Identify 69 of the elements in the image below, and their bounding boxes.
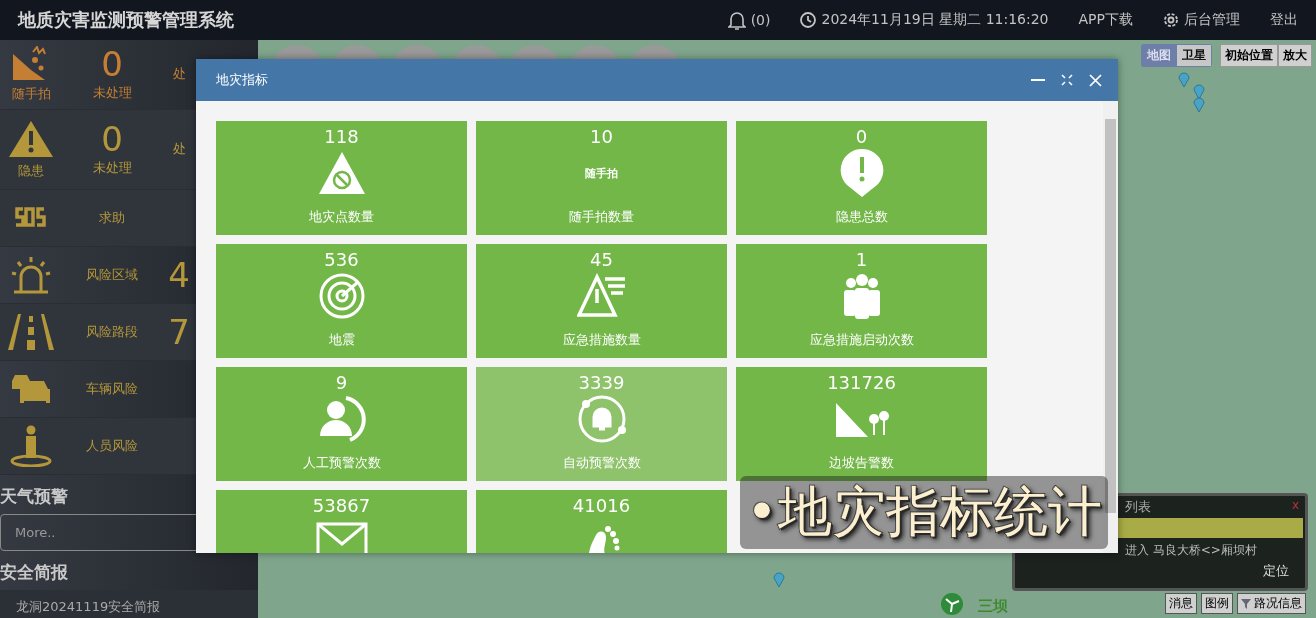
close-button[interactable]: x	[1291, 498, 1299, 512]
clock-icon	[800, 12, 817, 28]
stat-tile[interactable]: 9 人工预警次数	[216, 367, 467, 481]
stat-tile[interactable]: 10 随手拍 随手拍数量	[476, 121, 727, 235]
panel-title: 列表	[1125, 498, 1151, 516]
map-button[interactable]: 路况信息	[1237, 593, 1306, 614]
stat-tile[interactable]: 45 应急措施数量	[476, 244, 727, 358]
exclamation-pin-icon	[838, 147, 885, 199]
app-download-link[interactable]: APP下载	[1078, 11, 1133, 29]
stat-tile[interactable]: 53867	[216, 490, 467, 553]
wind-turbine-icon	[940, 592, 964, 616]
no-entry-triangle-icon	[316, 150, 367, 196]
admin-link[interactable]: 后台管理	[1163, 11, 1240, 29]
category-label[interactable]: 隐患	[18, 161, 44, 180]
map-pin-icon[interactable]	[1193, 82, 1205, 100]
minimize-icon[interactable]	[1031, 78, 1045, 82]
road-icon	[8, 313, 54, 350]
map-pin-icon[interactable]	[1193, 95, 1205, 113]
settings-icon	[1163, 12, 1179, 28]
scrollbar-thumb[interactable]	[1105, 119, 1116, 513]
datetime: 2024年11月19日 星期二 11:16:20	[800, 11, 1049, 29]
radar-icon	[317, 272, 366, 320]
count-value: 7	[168, 314, 190, 349]
bell-icon	[727, 10, 746, 30]
person-marker-icon	[10, 424, 52, 467]
reset-view-button[interactable]: 初始位置	[1220, 44, 1278, 67]
dialog-title: 地灾指标	[216, 71, 268, 89]
category-link[interactable]: 风险路段	[86, 322, 138, 341]
button-label: 路况信息	[1254, 595, 1302, 612]
notifications-button[interactable]: (0)	[727, 10, 771, 30]
close-icon[interactable]	[1089, 73, 1102, 87]
map-pin-icon[interactable]	[1178, 70, 1190, 88]
logout-link[interactable]: 登出	[1270, 11, 1298, 29]
stat-tile[interactable]: 131726 边坡告警数	[736, 367, 987, 481]
list-item-text: 进入 马良大桥<>厢坝村	[1125, 542, 1257, 559]
status-label: 未处理	[92, 83, 132, 102]
map-pin-icon[interactable]	[773, 570, 785, 588]
status-label: 处	[172, 65, 186, 84]
sos-icon	[14, 205, 48, 230]
count-value: 0	[101, 46, 123, 81]
locate-link[interactable]: 定位	[1263, 562, 1289, 580]
category-link[interactable]: 风险区域	[86, 265, 138, 284]
status-label: 处	[172, 140, 186, 159]
map-type-button[interactable]: 卫星	[1177, 45, 1211, 66]
category-label[interactable]: 随手拍	[11, 84, 51, 103]
category-link[interactable]: 求助	[99, 208, 125, 227]
count-value: 0	[101, 121, 123, 156]
mail-icon	[315, 522, 368, 553]
filter-icon	[1241, 598, 1251, 609]
bell-ring-icon	[576, 394, 627, 444]
place-label: 三坝	[978, 597, 1008, 616]
stat-tile[interactable]: 1 应急措施启动次数	[736, 244, 987, 358]
stat-tile[interactable]: 41016	[476, 490, 727, 553]
category-link[interactable]: 车辆风险	[86, 379, 138, 398]
stat-tile[interactable]: 0 隐患总数	[736, 121, 987, 235]
warning-lines-icon	[576, 273, 627, 319]
status-label: 未处理	[92, 158, 132, 177]
zoom-in-button[interactable]: 放大	[1278, 44, 1312, 67]
section-heading: 天气预警	[0, 484, 69, 508]
count-value: 4	[168, 257, 190, 292]
maximize-icon[interactable]	[1061, 74, 1073, 86]
category-link[interactable]: 人员风险	[86, 436, 138, 455]
siren-icon	[10, 254, 52, 295]
section-heading: 安全简报	[0, 561, 69, 585]
stat-tile[interactable]: 536 地震	[216, 244, 467, 358]
caption-overlay: •地灾指标统计	[740, 476, 1108, 549]
app-title: 地质灾害监测预警管理系统	[18, 8, 234, 32]
report-link[interactable]: 龙洞20241119安全简报	[0, 590, 258, 618]
stat-tile[interactable]: 118 地灾点数量	[216, 121, 467, 235]
